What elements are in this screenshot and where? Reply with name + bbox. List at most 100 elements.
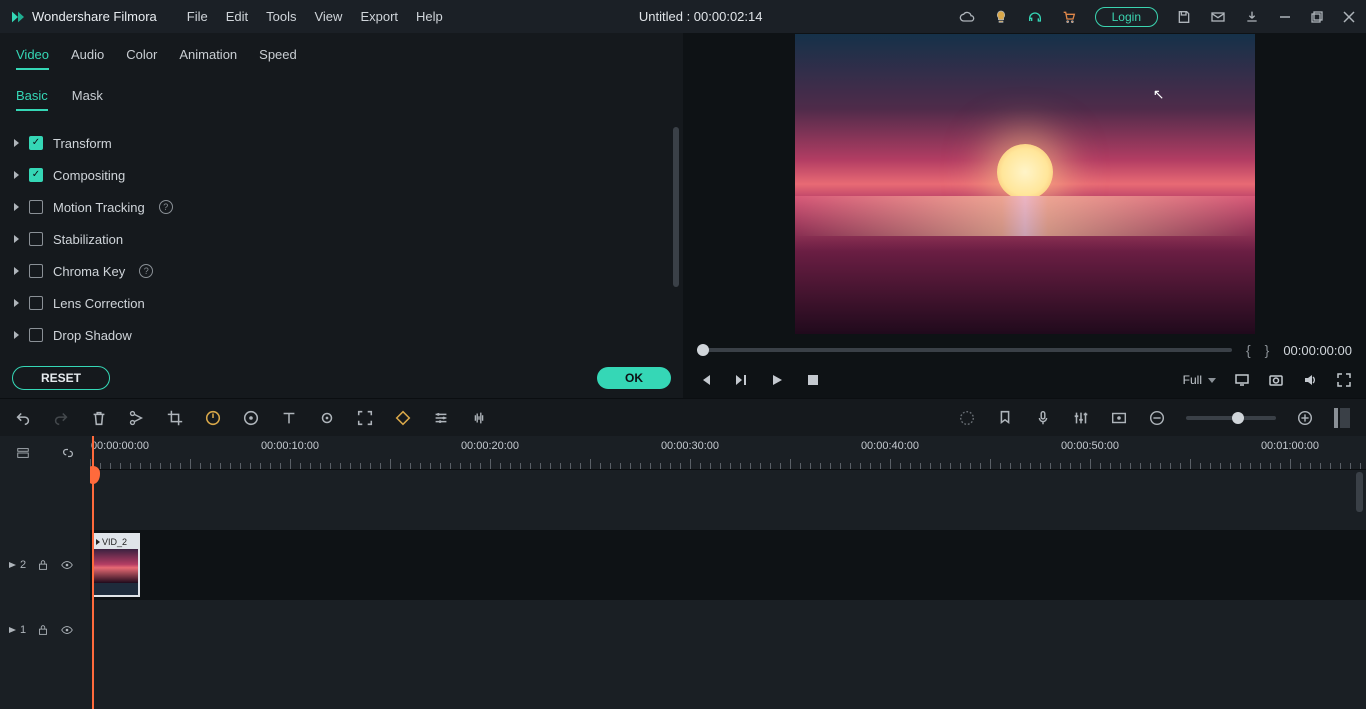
mark-in-button[interactable]: {: [1246, 342, 1251, 358]
property-checkbox[interactable]: [29, 232, 43, 246]
speed-icon[interactable]: [204, 409, 222, 427]
playhead[interactable]: [92, 436, 94, 709]
chevron-right-icon[interactable]: [14, 203, 19, 211]
delete-icon[interactable]: [90, 409, 108, 427]
ok-button[interactable]: OK: [597, 367, 671, 389]
menu-help[interactable]: Help: [416, 9, 443, 24]
seek-slider[interactable]: [697, 348, 1232, 352]
headphones-icon[interactable]: [1027, 9, 1043, 25]
eye-icon[interactable]: [60, 558, 74, 572]
property-checkbox[interactable]: [29, 328, 43, 342]
property-checkbox[interactable]: [29, 168, 43, 182]
property-label: Compositing: [53, 168, 125, 183]
preview-canvas: ↖: [683, 33, 1366, 334]
menu-edit[interactable]: Edit: [226, 9, 248, 24]
maximize-button[interactable]: [1310, 10, 1324, 24]
mark-out-button[interactable]: }: [1265, 342, 1270, 358]
panel-ratio-toggle[interactable]: [1334, 408, 1352, 428]
minimize-button[interactable]: [1278, 10, 1292, 24]
property-row-transform: Transform: [10, 127, 677, 159]
mixer-icon[interactable]: [1072, 409, 1090, 427]
property-checkbox[interactable]: [29, 200, 43, 214]
subtab-basic[interactable]: Basic: [16, 88, 48, 111]
link-icon[interactable]: [61, 446, 75, 460]
chevron-right-icon[interactable]: [14, 235, 19, 243]
lock-icon[interactable]: [36, 623, 50, 637]
spare-track[interactable]: [90, 470, 1366, 530]
cloud-icon[interactable]: [959, 9, 975, 25]
display-icon[interactable]: [1234, 372, 1250, 388]
property-checkbox[interactable]: [29, 296, 43, 310]
fit-icon[interactable]: [356, 409, 374, 427]
close-button[interactable]: [1342, 10, 1356, 24]
color-icon[interactable]: [242, 409, 260, 427]
lock-icon[interactable]: [36, 558, 50, 572]
tab-audio[interactable]: Audio: [71, 47, 104, 70]
property-checkbox[interactable]: [29, 136, 43, 150]
preview-controls: Full: [683, 366, 1366, 398]
properties-scrollbar[interactable]: [673, 127, 679, 354]
tab-color[interactable]: Color: [126, 47, 157, 70]
tab-animation[interactable]: Animation: [179, 47, 237, 70]
chevron-right-icon[interactable]: [14, 139, 19, 147]
chevron-right-icon[interactable]: [14, 267, 19, 275]
menu-tools[interactable]: Tools: [266, 9, 296, 24]
reset-button[interactable]: RESET: [12, 366, 110, 390]
snapshot-icon[interactable]: [1268, 372, 1284, 388]
document-title: Untitled : 00:00:02:14: [443, 9, 959, 24]
text-icon[interactable]: [280, 409, 298, 427]
sliders-icon[interactable]: [432, 409, 450, 427]
timeline-v-scrollbar[interactable]: [1356, 472, 1363, 512]
preview-seek-row: { } 00:00:00:00: [683, 334, 1366, 366]
chevron-right-icon[interactable]: [14, 331, 19, 339]
menu-export[interactable]: Export: [360, 9, 398, 24]
zoom-in-icon[interactable]: [1296, 409, 1314, 427]
record-icon[interactable]: [1110, 409, 1128, 427]
marker-icon[interactable]: [996, 409, 1014, 427]
chevron-right-icon[interactable]: [14, 171, 19, 179]
download-icon[interactable]: [1244, 9, 1260, 25]
cart-icon[interactable]: [1061, 9, 1077, 25]
zoom-out-icon[interactable]: [1148, 409, 1166, 427]
crop-icon[interactable]: [166, 409, 184, 427]
voiceover-icon[interactable]: [1034, 409, 1052, 427]
subtab-mask[interactable]: Mask: [72, 88, 103, 111]
preview-quality-select[interactable]: Full: [1183, 373, 1216, 387]
audio-wave-icon[interactable]: [470, 409, 488, 427]
video-track-1[interactable]: [90, 600, 1366, 660]
timeline-ruler[interactable]: 00:00:00:0000:00:10:0000:00:20:0000:00:3…: [90, 436, 1366, 470]
menu-view[interactable]: View: [314, 9, 342, 24]
mail-icon[interactable]: [1210, 9, 1226, 25]
eye-icon[interactable]: [60, 623, 74, 637]
play-pause-icon[interactable]: [733, 372, 749, 388]
tab-speed[interactable]: Speed: [259, 47, 297, 70]
split-icon[interactable]: [128, 409, 146, 427]
menu-file[interactable]: File: [187, 9, 208, 24]
help-icon[interactable]: ?: [159, 200, 173, 214]
video-track-2[interactable]: VID_2: [90, 530, 1366, 600]
login-button[interactable]: Login: [1095, 7, 1158, 27]
property-row-stabilization: Stabilization: [10, 223, 677, 255]
render-icon[interactable]: [958, 409, 976, 427]
play-icon[interactable]: [769, 372, 785, 388]
cursor-icon: ↖: [1153, 86, 1165, 103]
keyframe-icon[interactable]: [318, 409, 336, 427]
track-manager-icon[interactable]: [16, 446, 30, 460]
stop-icon[interactable]: [805, 372, 821, 388]
undo-icon[interactable]: [14, 409, 32, 427]
zoom-slider[interactable]: [1186, 416, 1276, 420]
chevron-right-icon[interactable]: [14, 299, 19, 307]
redo-icon[interactable]: [52, 409, 70, 427]
property-row-motion-tracking: Motion Tracking?: [10, 191, 677, 223]
diamond-icon[interactable]: [394, 409, 412, 427]
timeline-tracks[interactable]: 00:00:00:0000:00:10:0000:00:20:0000:00:3…: [90, 436, 1366, 709]
lightbulb-icon[interactable]: [993, 9, 1009, 25]
fullscreen-icon[interactable]: [1336, 372, 1352, 388]
volume-icon[interactable]: [1302, 372, 1318, 388]
help-icon[interactable]: ?: [139, 264, 153, 278]
property-checkbox[interactable]: [29, 264, 43, 278]
tab-video[interactable]: Video: [16, 47, 49, 70]
step-back-icon[interactable]: [697, 372, 713, 388]
clip[interactable]: VID_2: [92, 533, 140, 597]
save-icon[interactable]: [1176, 9, 1192, 25]
